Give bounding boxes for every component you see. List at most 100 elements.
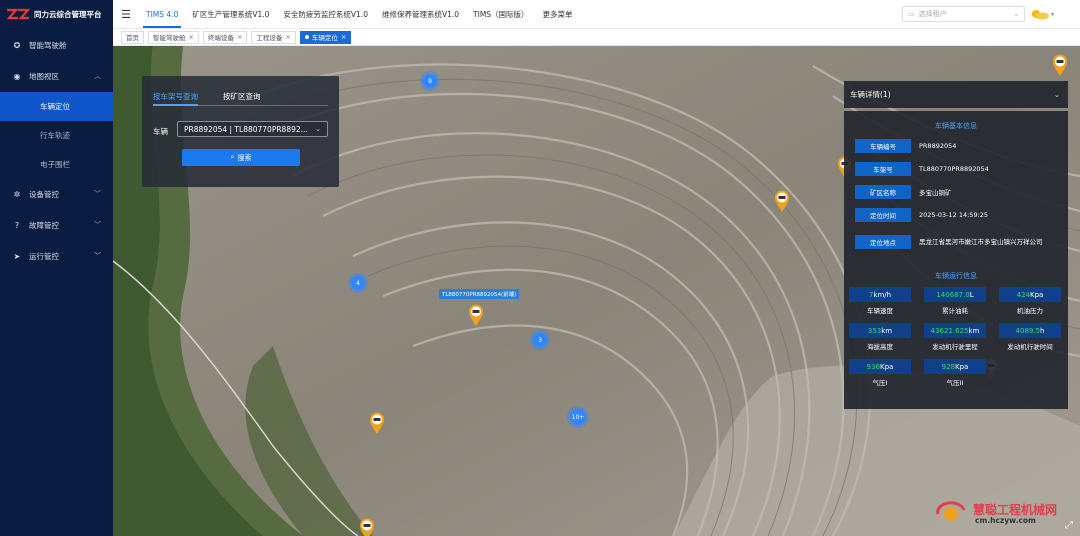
info-value: 多宝山铜矿 — [919, 189, 952, 197]
top-bar: ☰ TIMS 4.0 矿区生产管理系统V1.0 安全防疲劳监控系统V1.0 维修… — [113, 0, 1080, 29]
info-label: 定位时间 — [855, 208, 911, 222]
tab-label: 工程设备 — [256, 34, 283, 42]
topnav-item-safety[interactable]: 安全防疲劳监控系统V1.0 — [276, 0, 375, 28]
fullscreen-icon[interactable]: ⤢ — [1065, 520, 1077, 532]
tenant-placeholder: 选择租户 — [918, 10, 947, 18]
sidebar-item-track[interactable]: 行车轨迹 — [0, 121, 113, 150]
sidebar-item-label: 运行管控 — [29, 252, 59, 261]
tab-terminal[interactable]: 终端设备 × — [202, 30, 248, 44]
topnav-item-production[interactable]: 矿区生产管理系统V1.0 — [185, 0, 276, 28]
weather-cloud-icon — [1032, 10, 1049, 20]
search-button[interactable]: ⌕ 搜索 — [182, 149, 300, 166]
info-row: 矿区名称 多宝山铜矿 — [855, 185, 952, 199]
map-cluster[interactable]: 3 — [533, 333, 547, 347]
close-icon[interactable]: × — [189, 33, 194, 41]
metric-cell: 424 Kpa 机油压力 — [999, 287, 1061, 315]
sidebar-item-fault[interactable]: ? 故障管控 ﹀ — [0, 210, 113, 241]
chevron-down-icon: ▾ — [1051, 10, 1055, 18]
tab-label: 首页 — [126, 34, 139, 42]
sidebar: 同力云综合管理平台 ✪ 智能驾驶舱 ◉ 地图视区 ︿ 车辆定位 行车轨迹 电子围… — [0, 0, 113, 536]
help-icon: ? — [14, 221, 20, 230]
tab-search-by-area[interactable]: 按矿区查询 — [223, 91, 261, 102]
basic-info-title: 车辆基本信息 — [935, 122, 977, 130]
search-icon: ⌕ — [230, 153, 235, 161]
top-nav: TIMS 4.0 矿区生产管理系统V1.0 安全防疲劳监控系统V1.0 维修保养… — [139, 0, 580, 28]
map-view[interactable]: 9 4 3 10+ TL880770PR8892054(前端) 按车架号查询 按… — [113, 46, 1080, 536]
tab-vehicle-location[interactable]: 车辆定位 × — [299, 30, 352, 44]
topnav-item-tims[interactable]: TIMS 4.0 — [139, 0, 185, 28]
tab-bar: 首页 智能驾驶舱 × 终端设备 × 工程设备 × 车辆定位 × — [113, 29, 1080, 46]
metric-unit: Kpa — [955, 362, 969, 371]
metric-cell: 353 km 海拔高度 — [849, 323, 911, 351]
info-value: PR8892054 — [919, 142, 957, 150]
vehicle-marker-icon[interactable] — [774, 190, 790, 212]
app-logo[interactable]: 同力云综合管理平台 — [0, 0, 113, 28]
tab-dashboard[interactable]: 智能驾驶舱 × — [148, 30, 199, 44]
sidebar-item-vehicle-location[interactable]: 车辆定位 — [0, 92, 113, 121]
sidebar-item-dashboard[interactable]: ✪ 智能驾驶舱 — [0, 30, 113, 61]
app-title: 同力云综合管理平台 — [34, 9, 102, 19]
metric-cell: 7 km/h 车辆速度 — [849, 287, 911, 315]
vehicle-marker-icon[interactable] — [468, 304, 484, 326]
topnav-item-maintenance[interactable]: 维修保养管理系统V1.0 — [375, 0, 466, 28]
sidebar-item-fence[interactable]: 电子围栏 — [0, 150, 113, 179]
info-label: 车架号 — [855, 162, 911, 176]
topnav-item-international[interactable]: TIMS（国际版） — [466, 0, 536, 28]
chevron-up-icon: ︿ — [94, 72, 101, 80]
info-label: 矿区名称 — [855, 185, 911, 199]
metric-label: 累计油耗 — [942, 307, 968, 315]
metric-unit: L — [969, 290, 974, 299]
metric-unit: km — [881, 326, 893, 335]
map-cluster[interactable]: 4 — [351, 276, 365, 290]
metric-value: 353 — [867, 326, 882, 335]
sidebar-item-label: 地图视区 — [29, 72, 59, 81]
sidebar-menu: ✪ 智能驾驶舱 ◉ 地图视区 ︿ 车辆定位 行车轨迹 电子围栏 ✲ 设备管控 ﹀… — [0, 30, 113, 272]
sidebar-item-device[interactable]: ✲ 设备管控 ﹀ — [0, 179, 113, 210]
dashboard-icon: ✪ — [13, 41, 21, 50]
info-row: 车架号 TL880770PR8892054 — [855, 162, 989, 176]
sidebar-item-label: 设备管控 — [29, 190, 59, 199]
close-icon[interactable]: × — [341, 33, 346, 41]
chevron-down-icon: ﹀ — [94, 252, 101, 260]
tab-home[interactable]: 首页 — [121, 30, 144, 44]
tab-label: 车辆定位 — [311, 34, 338, 42]
detail-header[interactable]: 车辆详情(1) ⌄ — [844, 81, 1068, 108]
metric-label: 车辆速度 — [867, 307, 893, 315]
vehicle-select[interactable]: PR8892054 | TL880770PR8892... ⌄ — [177, 121, 328, 137]
sidebar-item-label: 行车轨迹 — [40, 131, 70, 140]
menu-toggle-icon[interactable]: ☰ — [113, 8, 139, 21]
vehicle-label: 车辆 — [153, 127, 168, 136]
vehicle-tooltip: TL880770PR8892054(前端) — [439, 289, 520, 299]
info-row: 定位时间 2025-03-12 14:59:25 — [855, 208, 988, 222]
close-icon[interactable]: × — [285, 33, 290, 41]
vehicle-marker-icon[interactable] — [359, 518, 375, 536]
detail-body: 车辆基本信息 车辆编号 PR8892054 车架号 TL880770PR889205… — [844, 111, 1068, 409]
info-row: 定位地点 黑龙江省黑河市嫩江市多宝山镇兴万祥公司 — [855, 234, 1043, 250]
detail-title: 车辆详情(1) — [850, 90, 891, 99]
tenant-select[interactable]: ▭ 选择租户 ⌄ — [902, 6, 1025, 22]
map-cluster[interactable]: 10+ — [570, 409, 586, 425]
watermark-url: cm.hczyw.com — [975, 516, 1036, 525]
tab-engineering[interactable]: 工程设备 × — [251, 30, 296, 44]
metric-unit: Kpa — [1030, 290, 1044, 299]
sidebar-item-operation[interactable]: ➤ 运行管控 ﹀ — [0, 241, 113, 272]
topnav-item-more[interactable]: 更多菜单 — [536, 0, 580, 28]
tab-label: 终端设备 — [207, 34, 234, 42]
chevron-down-icon[interactable]: ⌄ — [1054, 90, 1060, 99]
map-cluster[interactable]: 9 — [423, 74, 437, 88]
close-icon[interactable]: × — [237, 33, 242, 41]
vehicle-marker-icon[interactable] — [369, 412, 385, 434]
sidebar-item-map[interactable]: ◉ 地图视区 ︿ — [0, 61, 113, 92]
watermark: 慧聪工程机械网 cm.hczyw.com — [935, 499, 1075, 529]
metric-value: 928 — [941, 362, 956, 371]
weather-widget[interactable]: ▾ — [1028, 6, 1058, 22]
tab-search-by-vin[interactable]: 按车架号查询 — [153, 91, 198, 106]
tenant-icon: ▭ — [908, 10, 915, 18]
metric-cell: 928 Kpa 气压II — [924, 359, 986, 387]
metric-cell: 4089.5 h 发动机行驶时间 — [999, 323, 1061, 351]
info-row: 车辆编号 PR8892054 — [855, 139, 956, 153]
vehicle-marker-icon[interactable] — [1052, 54, 1068, 76]
info-value: TL880770PR8892054 — [919, 165, 989, 173]
gear-icon: ✲ — [13, 190, 21, 199]
cluster-count: 4 — [356, 279, 360, 287]
